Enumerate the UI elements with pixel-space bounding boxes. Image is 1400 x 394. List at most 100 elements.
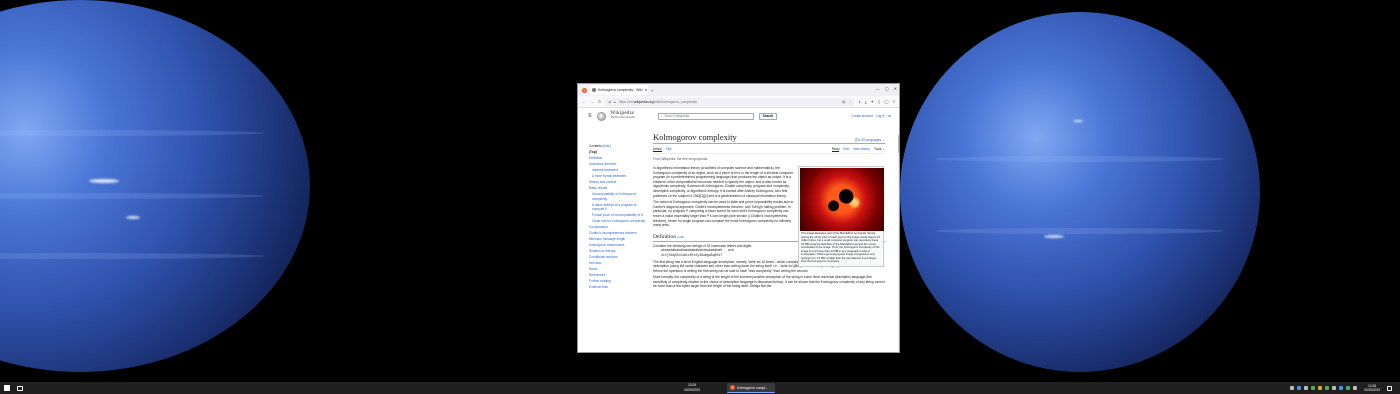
page-scrollbar[interactable] [898, 132, 899, 352]
tray-icon-app-3[interactable] [1325, 386, 1330, 390]
toc-header: Contents [hide] [589, 144, 611, 148]
notification-icon[interactable] [1387, 385, 1392, 391]
downloads-icon[interactable]: ⤓ [865, 99, 867, 104]
tray-icon-app-4[interactable] [1332, 386, 1337, 390]
toc-item[interactable]: Informal treatment [589, 168, 645, 172]
browser-tab-active[interactable]: Kolmogorov complexity - Wiki ✕ [590, 85, 648, 95]
toc-item[interactable]: Further reading [589, 279, 645, 283]
wiki-header: ≡ Wikipedia The Free Encyclopedia ⌕ Sear… [578, 108, 899, 124]
toc-item[interactable]: Notes [589, 267, 645, 271]
tray-clock[interactable]: 13:28 02/25/2023 [1364, 384, 1380, 393]
scrollbar-thumb[interactable] [898, 135, 899, 153]
toc-hide-button[interactable]: [hide] [603, 144, 611, 148]
desktop-wallpaper: Kolmogorov complexity - Wiki ✕ + — ▢ ✕ ←… [0, 0, 1400, 382]
toc-item[interactable]: Chain rule for Kolmogorov complexity [589, 219, 645, 223]
tray-icon-up-arrow[interactable] [1290, 386, 1295, 390]
start-button[interactable] [4, 385, 10, 391]
wikipedia-wordmark[interactable]: Wikipedia The Free Encyclopedia [610, 111, 635, 120]
from-wikipedia-note: From Wikipedia, the free encyclopedia [653, 157, 708, 161]
taskbar: 13:28 02/25/2023 Kolmogorov compl... 13:… [0, 382, 1400, 394]
toc-item[interactable]: Uncomputability of Kolmogorov complexity [589, 192, 645, 201]
toc-item[interactable]: Basic results [589, 186, 645, 190]
close-window-button[interactable]: ✕ [894, 86, 897, 91]
account-icon[interactable]: ◯ [884, 99, 888, 104]
intro-paragraph-1: In algorithmic information theory (a sub… [653, 166, 794, 198]
tools-menu[interactable]: Tools ⌄ [874, 147, 885, 152]
back-icon[interactable]: ← [582, 99, 586, 104]
tray-icon-app-1[interactable] [1311, 386, 1316, 390]
reader-view-icon[interactable]: ▤ [842, 100, 845, 104]
url-path: /wiki/Kolmogorov_complexity [653, 99, 697, 104]
maximize-button[interactable]: ▢ [885, 86, 889, 91]
tray-icon-app-6[interactable] [1346, 386, 1351, 390]
toc-item[interactable]: A more formal treatment [589, 174, 645, 178]
toc-item[interactable]: Conditional versions [589, 255, 645, 259]
address-bar[interactable]: ◈ 🔒︎ https://en.wikipedia.org/wiki/Kolmo… [605, 97, 855, 106]
toc-item[interactable]: Formal proof of uncomputability of K [589, 213, 645, 217]
toc-item[interactable]: External links [589, 285, 645, 289]
log-in-link[interactable]: Log in [876, 114, 885, 118]
toc-item[interactable]: Invariance theorem [589, 162, 645, 166]
search-button[interactable]: Search [758, 112, 778, 120]
firefox-icon[interactable] [582, 87, 587, 93]
toc-item[interactable]: Chaitin's incompleteness theorem [589, 231, 645, 235]
tab-bar: Kolmogorov complexity - Wiki ✕ + — ▢ ✕ [578, 84, 899, 96]
bookmark-star-icon[interactable]: ☆ [848, 100, 851, 104]
languages-button[interactable]: 文A 33 languages ⌄ [854, 137, 885, 142]
neptune-image-left [0, 0, 310, 372]
tray-icon-app-2[interactable] [1318, 386, 1323, 390]
intro-paragraph-2: The notion of Kolmogorov complexity can … [653, 200, 794, 228]
reload-icon[interactable]: ↻ [598, 99, 601, 104]
wikipedia-globe-logo[interactable] [596, 111, 606, 121]
toc-item[interactable]: Definition [589, 156, 645, 160]
toc-item[interactable]: (Top) [589, 150, 645, 154]
tray-icon-volume[interactable] [1304, 386, 1309, 390]
close-tab-icon[interactable]: ✕ [644, 88, 647, 92]
shield-icon[interactable]: ◈ [608, 100, 611, 104]
toc-item[interactable]: Relation to entropy [589, 249, 645, 253]
pocket-icon[interactable]: ◗ [858, 99, 860, 104]
edit-section-link[interactable]: [edit] [677, 235, 684, 239]
tab-article[interactable]: Article [653, 147, 662, 152]
definition-paragraph-3: More formally, the complexity of a strin… [653, 275, 885, 289]
taskbar-center-clock: 13:28 02/25/2023 [684, 383, 700, 392]
web-page: ≡ Wikipedia The Free Encyclopedia ⌕ Sear… [578, 108, 899, 352]
task-view-icon[interactable] [17, 385, 23, 391]
tab-talk[interactable]: Talk [666, 147, 672, 152]
search-input[interactable]: ⌕ Search Wikipedia [657, 112, 754, 120]
new-tab-button[interactable]: + [651, 88, 653, 93]
navigation-bar: ← → ↻ ◈ 🔒︎ https://en.wikipedia.org/wiki… [578, 96, 899, 108]
tray-icon-app-5[interactable] [1339, 386, 1344, 390]
create-account-link[interactable]: Create account [851, 114, 873, 118]
tab-title: Kolmogorov complexity - Wiki [598, 88, 643, 92]
neptune-image-right [900, 12, 1260, 372]
main-menu-icon[interactable]: ≡ [588, 113, 592, 119]
menu-icon[interactable]: ≡ [893, 99, 895, 104]
toc-item[interactable]: Kolmogorov randomness [589, 243, 645, 247]
url-domain: wikipedia.org [633, 99, 654, 104]
toc-item[interactable]: References [589, 273, 645, 277]
taskbar-app-button[interactable]: Kolmogorov compl... [727, 383, 775, 393]
firefox-taskbar-icon [730, 385, 735, 390]
more-options-icon[interactable]: ••• [888, 114, 891, 118]
browser-window: Kolmogorov complexity - Wiki ✕ + — ▢ ✕ ←… [577, 83, 900, 353]
tray-icon-network[interactable] [1297, 386, 1302, 390]
lock-icon[interactable]: 🔒︎ [614, 100, 616, 104]
toc-item[interactable]: A naive attempt at a program to compute … [589, 203, 645, 212]
taskbar-app-label: Kolmogorov compl... [737, 385, 768, 390]
toc-item[interactable]: See also [589, 261, 645, 265]
toc-item[interactable]: Minimum message length [589, 237, 645, 241]
logo-tagline: The Free Encyclopedia [610, 116, 635, 119]
tab-edit[interactable]: Edit [843, 147, 849, 152]
extensions-icon[interactable]: ✦ [871, 99, 874, 104]
mandelbrot-image[interactable] [800, 168, 884, 231]
forward-icon[interactable]: → [590, 99, 594, 104]
library-icon[interactable]: ▯ [878, 99, 880, 104]
figure-caption: This image illustrates part of the Mande… [801, 232, 880, 263]
tab-view-history[interactable]: View history [853, 147, 870, 152]
toc-item[interactable]: History and context [589, 180, 645, 184]
minimize-button[interactable]: — [876, 86, 880, 91]
tab-read[interactable]: Read [831, 147, 840, 152]
tray-icon-app-7[interactable] [1353, 386, 1358, 390]
toc-item[interactable]: Compression [589, 225, 645, 229]
